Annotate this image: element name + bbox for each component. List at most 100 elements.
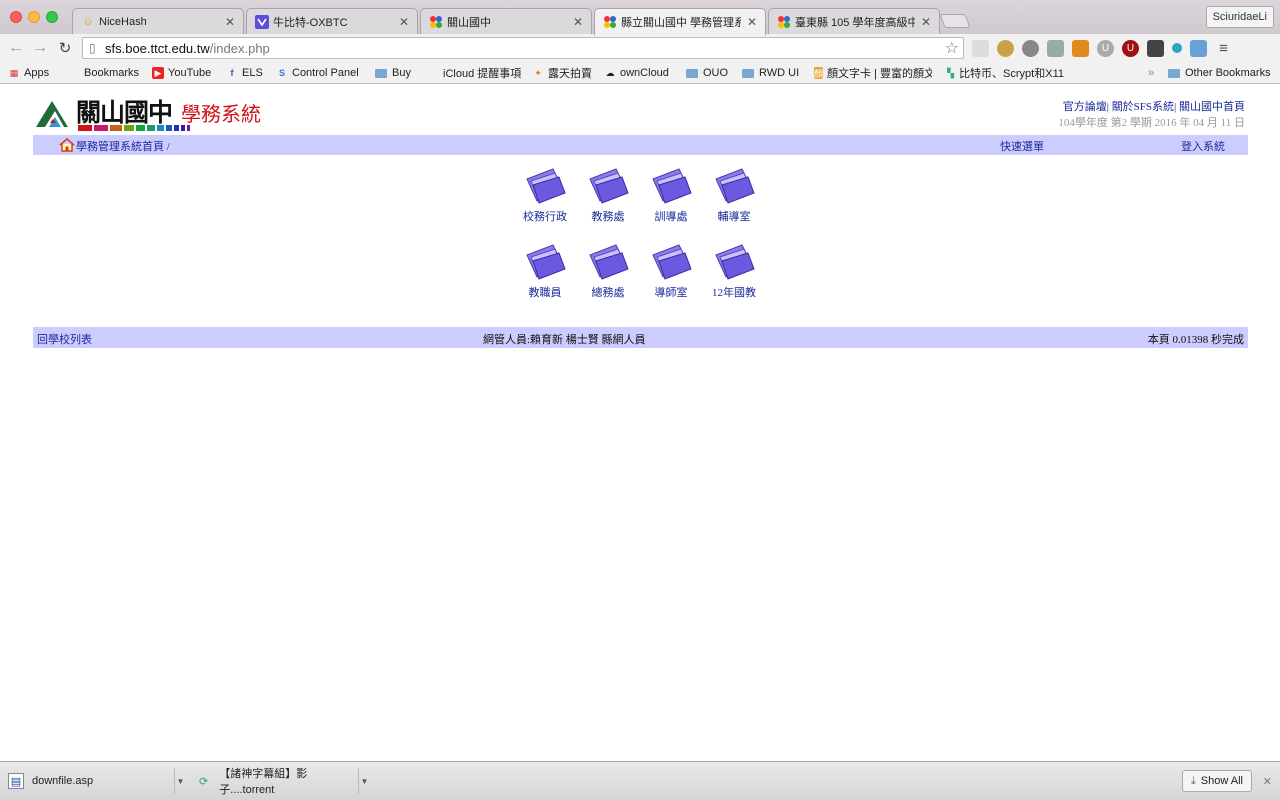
tab-sfs-active[interactable]: 縣立關山國中 學務管理系統 ✕ (594, 8, 766, 35)
close-icon[interactable]: ✕ (921, 15, 931, 29)
folder-icon (652, 244, 692, 280)
home-icon[interactable] (59, 137, 75, 153)
link-school-home[interactable]: 關山國中首頁 (1179, 101, 1245, 113)
torrent-file-icon: ⟳ (199, 775, 209, 788)
nav-bar: 學務管理系統首頁 / 快速選單 登入系統 (33, 135, 1248, 155)
bookmark-youtube[interactable]: ▶ YouTube (152, 65, 211, 81)
extension-icon[interactable] (1147, 39, 1164, 57)
tab-guanshan[interactable]: 關山國中 ✕ (420, 8, 592, 34)
bookmark-bookmarks[interactable]: Bookmarks (68, 65, 139, 81)
tab-oxbtc[interactable]: 牛比特-OXBTC ✕ (246, 8, 418, 34)
breadcrumb[interactable]: 學務管理系統首頁 / (76, 138, 170, 154)
close-icon[interactable]: ✕ (1263, 775, 1272, 788)
school-logo[interactable]: 關山國中 學務系統 (36, 95, 276, 135)
bookmark-control-panel[interactable]: S Control Panel (276, 65, 359, 81)
back-arrow-icon[interactable]: ← (6, 38, 26, 58)
close-icon[interactable]: ✕ (573, 15, 583, 29)
bookmark-ouo[interactable]: OUO (686, 65, 728, 81)
bookmark-buy[interactable]: Buy (375, 65, 411, 81)
page-timing: 本頁 0.01398 秒完成 (1147, 334, 1244, 346)
bookmark-ruten[interactable]: ✦ 露天拍賣 (532, 65, 592, 81)
bookmark-rwd-ui[interactable]: RWD UI (742, 65, 799, 81)
window-minimize-button[interactable] (28, 11, 40, 23)
extension-icon[interactable]: U (1097, 39, 1114, 57)
extension-icon[interactable] (1172, 43, 1182, 53)
tab-nicehash[interactable]: ☺ NiceHash ✕ (72, 8, 244, 34)
bookmarks-overflow[interactable]: » (1148, 65, 1154, 81)
folder-icon (686, 68, 698, 78)
page-content: 關山國中 學務系統 官方論壇| 關於SFS系統| 關山國中首頁 104學年度 第… (0, 85, 1280, 760)
apps-grid-icon: ▦ (9, 67, 19, 78)
window-close-button[interactable] (10, 11, 22, 23)
extension-icon[interactable] (997, 39, 1014, 57)
oxbtc-icon (255, 14, 269, 29)
bookmark-els[interactable]: f ELS (226, 65, 263, 81)
page-icon: ▯ (89, 41, 96, 55)
module-general-affairs[interactable]: 總務處 (577, 241, 639, 300)
ublock-icon[interactable]: U (1122, 39, 1139, 57)
bookmark-star-icon[interactable]: ☆ (945, 38, 959, 58)
profile-button[interactable]: SciuridaeLi (1205, 6, 1274, 28)
folder-icon (375, 68, 387, 78)
tab-taitung[interactable]: 臺東縣 105 學年度高級中等 ✕ (768, 8, 940, 34)
bookmark-apps[interactable]: ▦ Apps (8, 65, 49, 81)
folder-icon (715, 168, 755, 204)
cloud-icon: ☁ (605, 67, 615, 78)
apple-icon (427, 67, 439, 79)
download-icon: ⤓ (1190, 774, 1196, 787)
close-icon[interactable]: ✕ (747, 15, 757, 29)
close-icon[interactable]: ✕ (225, 15, 235, 29)
folder-icon (1168, 68, 1180, 78)
bookmark-icloud[interactable]: iCloud 提醒事項 (427, 65, 521, 81)
camera-icon[interactable] (1190, 39, 1207, 57)
bookmark-emoticon[interactable]: 顏顏文字卡 | 豐富的顏文 (814, 65, 932, 81)
download-item[interactable]: ▤ downfile.asp (8, 768, 176, 794)
school-icon (777, 15, 791, 29)
module-academic[interactable]: 教務處 (577, 165, 639, 224)
bookmark-other[interactable]: Other Bookmarks (1168, 65, 1271, 81)
show-all-button[interactable]: ⤓ Show All (1181, 770, 1252, 792)
forward-arrow-icon[interactable]: → (30, 38, 50, 58)
admin-list: 網管人員:賴育新 楊士賢 縣網人員 (483, 334, 646, 346)
new-tab-button[interactable] (939, 14, 971, 28)
module-discipline[interactable]: 訓導處 (640, 165, 702, 224)
link-forum[interactable]: 官方論壇 (1063, 101, 1107, 113)
window-maximize-button[interactable] (46, 11, 58, 23)
link-about-sfs[interactable]: 關於SFS系統 (1112, 101, 1174, 113)
menu-icon[interactable]: ≡ (1215, 40, 1232, 57)
module-school-admin[interactable]: 校務行政 (514, 165, 576, 224)
folder-icon (526, 168, 566, 204)
bookmark-bitcoin[interactable]: ▚ 比特币、Scrypt和X11 (946, 65, 1064, 81)
folder-icon (526, 244, 566, 280)
bookmarks-bar: ▦ Apps Bookmarks ▶ YouTube f ELS S Control P… (0, 62, 1280, 84)
module-staff[interactable]: 教職員 (514, 241, 576, 300)
extension-icons: U U ≡ (972, 38, 1232, 58)
folder-icon (742, 68, 754, 78)
calculator-icon[interactable] (1072, 39, 1089, 57)
control-panel-icon: S (278, 68, 285, 78)
chevron-down-icon[interactable]: ▼ (358, 768, 370, 794)
smiley-icon: ☺ (82, 15, 94, 28)
ruten-icon: ✦ (534, 67, 542, 78)
module-tutor[interactable]: 導師室 (640, 241, 702, 300)
address-bar[interactable]: ▯ sfs.boe.ttct.edu.tw/index.php ☆ (82, 37, 964, 59)
top-links: 官方論壇| 關於SFS系統| 關山國中首頁 (1062, 101, 1245, 113)
download-item[interactable]: ⟳ 【諸神字幕組】影子....torrent (196, 768, 356, 796)
close-icon[interactable]: ✕ (399, 15, 409, 29)
bookmark-owncloud[interactable]: ☁ ownCloud (604, 65, 669, 81)
school-icon (429, 15, 443, 29)
extension-icon[interactable] (1022, 39, 1039, 57)
chevron-down-icon[interactable]: ▼ (174, 768, 186, 794)
youtube-icon: ▶ (152, 67, 164, 79)
page-footer: 回學校列表 網管人員:賴育新 楊士賢 縣網人員 本頁 0.01398 秒完成 (33, 327, 1248, 348)
extension-icon[interactable] (1047, 39, 1064, 57)
reload-icon[interactable]: ↻ (55, 38, 75, 58)
login-link[interactable]: 登入系統 (1181, 138, 1225, 154)
back-to-school-list-link[interactable]: 回學校列表 (37, 331, 92, 347)
module-counseling[interactable]: 輔導室 (703, 165, 765, 224)
file-icon: ▤ (8, 773, 24, 789)
bitcoin-icon: ▚ (947, 67, 954, 78)
cast-icon[interactable] (972, 39, 989, 57)
quick-menu-link[interactable]: 快速選單 (1000, 138, 1044, 154)
module-12-year-education[interactable]: 12年國教 (703, 241, 765, 300)
